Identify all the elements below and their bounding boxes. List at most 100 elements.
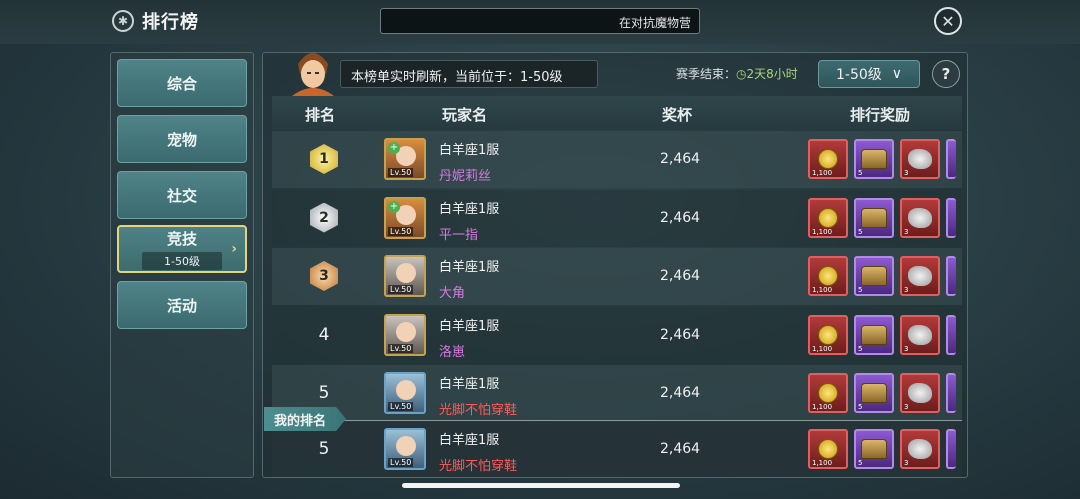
reward-ore[interactable]: 3 [900, 373, 940, 413]
reward-chest[interactable]: 5 [854, 429, 894, 469]
category-sidebar: 综合 宠物 社交 竞技 1-50级 › 活动 [110, 52, 254, 478]
coin-icon [818, 207, 838, 228]
reward-list: 1,100 5 3 [808, 314, 958, 357]
reward-more[interactable] [946, 256, 956, 296]
reward-gold[interactable]: 1,100 [808, 139, 848, 179]
coin-icon [818, 439, 838, 459]
reward-count: 5 [858, 286, 863, 294]
sidebar-item-arena[interactable]: 竞技 1-50级 › [117, 225, 247, 273]
reward-gold[interactable]: 1,100 [808, 197, 848, 238]
trophy-count: 2,464 [660, 209, 701, 226]
reward-count: 1,100 [812, 403, 833, 411]
reward-list: 1,100 5 3 [808, 373, 958, 415]
player-avatar[interactable]: Lv.50 [384, 428, 426, 470]
add-friend-icon: + [388, 142, 400, 154]
my-rank-tag: 我的排名 [264, 407, 346, 431]
season-time: 2天8小时 [746, 67, 798, 81]
season-label: 赛季结束： [676, 67, 737, 81]
reward-more[interactable] [946, 197, 956, 238]
reward-count: 3 [904, 459, 909, 467]
reward-more[interactable] [946, 314, 956, 355]
reward-count: 1,100 [812, 169, 833, 177]
close-button[interactable]: ✕ [934, 7, 962, 35]
chest-icon [861, 324, 887, 345]
table-row[interactable]: 2 + Lv.50 白羊座1服 平一指 2,464 1,100 5 3 [272, 189, 962, 247]
table-row[interactable]: 4 Lv.50 白羊座1服 洛崽 2,464 1,100 5 3 [272, 306, 962, 364]
add-friend-icon: + [388, 200, 400, 213]
rank-number: 2 [319, 209, 329, 226]
reward-gold[interactable]: 1,100 [808, 314, 848, 355]
reward-chest[interactable]: 5 [854, 314, 894, 355]
player-avatar[interactable]: + Lv.50 [384, 196, 426, 239]
reward-count: 3 [904, 344, 909, 353]
player-avatar[interactable]: Lv.50 [384, 313, 426, 356]
chest-icon [861, 266, 887, 286]
reward-chest[interactable]: 5 [854, 256, 894, 296]
sidebar-item-overall[interactable]: 综合 [117, 59, 247, 107]
reward-gold[interactable]: 1,100 [808, 256, 848, 296]
sidebar-item-label: 竞技 [166, 230, 197, 248]
help-button[interactable]: ? [932, 60, 960, 88]
ore-icon [908, 207, 932, 228]
reward-ore[interactable]: 3 [900, 429, 940, 469]
trophy-count: 2,464 [660, 326, 701, 343]
reward-count: 5 [858, 344, 863, 353]
sidebar-item-social[interactable]: 社交 [117, 171, 247, 219]
my-rank-row[interactable]: 5 Lv.50 白羊座1服 光脚不怕穿鞋 2,464 1,100 5 3 [272, 420, 962, 477]
reward-count: 5 [858, 227, 863, 236]
table-row[interactable]: 5 Lv.50 白羊座1服 光脚不怕穿鞋 2,464 1,100 5 3 [272, 365, 962, 422]
player-server: 白羊座1服 [439, 260, 500, 275]
trophy-count: 2,464 [660, 151, 701, 167]
sidebar-item-label: 活动 [166, 296, 197, 315]
home-indicator[interactable] [402, 483, 680, 488]
coin-icon [818, 324, 838, 345]
reward-ore[interactable]: 3 [900, 139, 940, 179]
player-avatar[interactable]: Lv.50 [384, 255, 426, 297]
player-avatar[interactable]: Lv.50 [384, 372, 426, 414]
sidebar-item-event[interactable]: 活动 [117, 281, 247, 329]
avatar-face [396, 380, 416, 400]
rank-number: 1 [319, 151, 329, 167]
coin-icon [818, 383, 838, 403]
table-row[interactable]: 3 Lv.50 白羊座1服 大角 2,464 1,100 5 3 [272, 248, 962, 305]
player-level: Lv.50 [388, 458, 414, 467]
reward-more[interactable] [946, 429, 956, 469]
table-row[interactable]: 1 + Lv.50 白羊座1服 丹妮莉丝 2,464 1,100 5 3 [272, 131, 962, 188]
reward-ore[interactable]: 3 [900, 197, 940, 238]
reward-more[interactable] [946, 373, 956, 413]
reward-ore[interactable]: 3 [900, 314, 940, 355]
player-name: 平一指 [439, 227, 479, 243]
sidebar-item-pet[interactable]: 宠物 [117, 115, 247, 163]
ore-icon [908, 149, 932, 169]
announcement-marquee: 在对抗魔物营 [380, 8, 700, 34]
reward-count: 1,100 [812, 286, 833, 294]
reward-gold[interactable]: 1,100 [808, 373, 848, 413]
ore-icon [908, 383, 932, 403]
coin-icon [818, 266, 838, 286]
rank-number: 5 [318, 383, 330, 403]
page-title-group: ✱ 排行榜 [112, 8, 199, 34]
header-trophy: 奖杯 [662, 106, 693, 124]
reward-gold[interactable]: 1,100 [808, 429, 848, 469]
trophy-count: 2,464 [660, 268, 701, 284]
reward-ore[interactable]: 3 [900, 256, 940, 296]
reward-more[interactable] [946, 139, 956, 179]
avatar-face [396, 436, 416, 456]
sidebar-item-label: 社交 [166, 186, 197, 205]
reward-chest[interactable]: 5 [854, 373, 894, 413]
chevron-down-icon: ∨ [891, 66, 903, 82]
player-server: 白羊座1服 [439, 201, 500, 217]
rank-number: 5 [318, 439, 330, 459]
ranking-icon: ✱ [112, 10, 134, 32]
refresh-notice: 本榜单实时刷新，当前位于：1-50级 [340, 60, 598, 88]
reward-chest[interactable]: 5 [854, 139, 894, 179]
player-avatar[interactable]: + Lv.50 [384, 138, 426, 180]
sidebar-item-sublabel: 1-50级 [142, 252, 222, 270]
reward-count: 5 [858, 459, 863, 467]
level-range-dropdown[interactable]: 1-50级 ∨ [818, 60, 920, 88]
reward-chest[interactable]: 5 [854, 197, 894, 238]
player-name: 大角 [439, 286, 466, 301]
chest-icon [861, 149, 887, 169]
chest-icon [861, 383, 887, 403]
rank-medal-icon: 1 [310, 144, 338, 174]
